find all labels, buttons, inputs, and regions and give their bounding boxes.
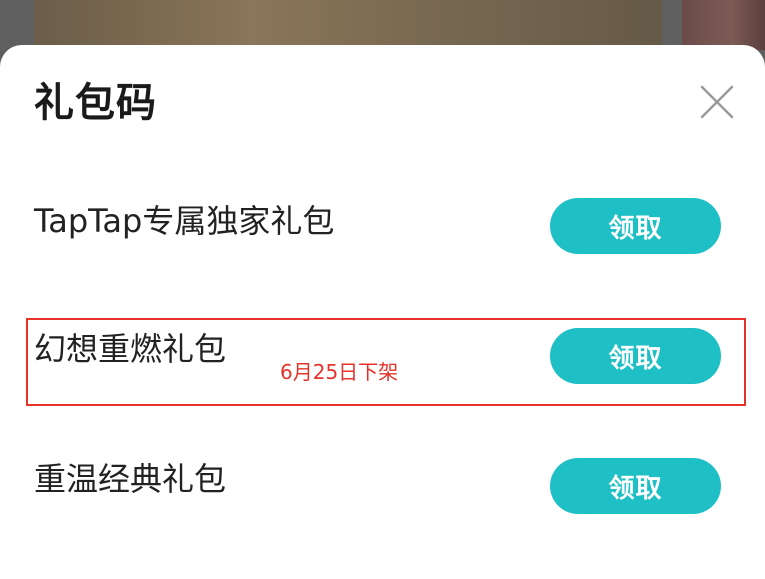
close-icon[interactable] xyxy=(698,83,736,121)
gift-pack-name: 重温经典礼包 xyxy=(34,460,227,498)
gift-pack-row: TapTap专属独家礼包 领取 xyxy=(0,195,765,275)
background-banner-side xyxy=(682,0,765,50)
gift-code-sheet: 礼包码 TapTap专属独家礼包 领取 幻想重燃礼包 领取 重温经典礼包 领取 xyxy=(0,45,765,579)
gift-pack-row: 重温经典礼包 领取 xyxy=(0,455,765,535)
claim-button[interactable]: 领取 xyxy=(550,458,721,514)
annotation-note: 6月25日下架 xyxy=(280,360,399,384)
background-banner xyxy=(34,0,662,50)
gift-pack-name: TapTap专属独家礼包 xyxy=(34,202,335,240)
sheet-title: 礼包码 xyxy=(34,80,157,126)
claim-button[interactable]: 领取 xyxy=(550,198,721,254)
